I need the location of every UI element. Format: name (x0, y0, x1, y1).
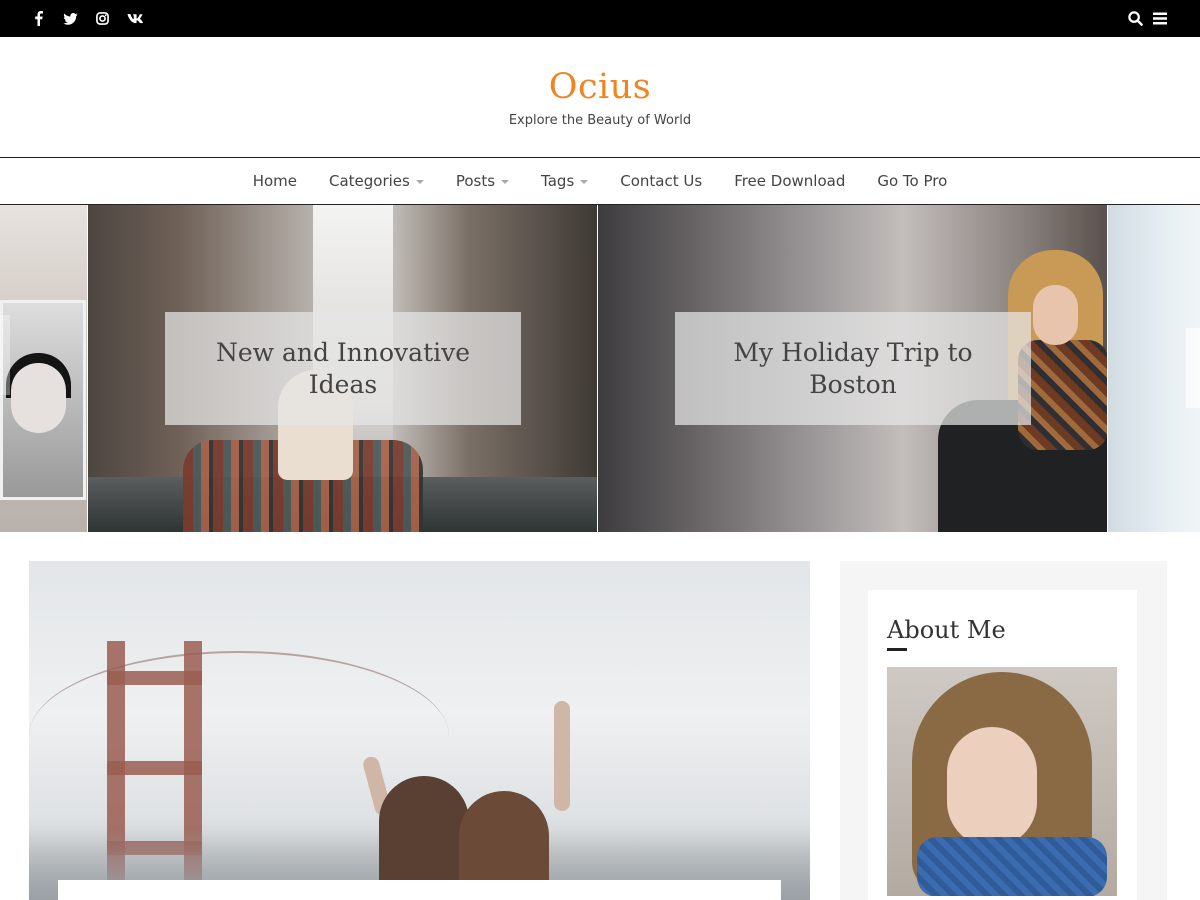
slide[interactable]: New and Innovative Ideas (88, 205, 597, 532)
nav-item-go-to-pro[interactable]: Go To Pro (861, 172, 963, 190)
about-me-photo (887, 667, 1117, 896)
slide-partial-left[interactable] (0, 205, 87, 532)
widget-title: About Me (887, 616, 1006, 644)
nav-item-label: Tags (541, 172, 575, 190)
facebook-icon[interactable] (30, 11, 46, 27)
featured-slider: New and Innovative Ideas My Holiday Trip… (0, 205, 1200, 532)
post-card (58, 880, 781, 900)
slide-caption[interactable]: New and Innovative Ideas (165, 312, 521, 425)
sidebar: About Me (840, 561, 1167, 900)
nav-item-home[interactable]: Home (237, 172, 313, 190)
nav-item-label: Free Download (734, 172, 846, 190)
top-bar (0, 0, 1200, 37)
about-me-widget: About Me (868, 590, 1137, 900)
nav-item-label: Categories (328, 172, 410, 190)
slide-caption[interactable]: My Holiday Trip to Boston (675, 312, 1031, 425)
social-links (30, 0, 143, 37)
main-navigation: Home Categories Posts Tags Contact Us Fr… (0, 157, 1200, 205)
site-tagline: Explore the Beauty of World (508, 113, 692, 128)
search-icon[interactable] (1127, 11, 1143, 27)
caret-down-icon (501, 180, 510, 184)
slider-next-arrow[interactable] (1186, 328, 1200, 408)
nav-item-contact-us[interactable]: Contact Us (604, 172, 718, 190)
vk-icon[interactable] (126, 11, 143, 27)
slide-image (0, 300, 86, 500)
featured-post-image[interactable] (29, 561, 810, 900)
nav-item-label: Posts (455, 172, 496, 190)
site-title[interactable]: Ocius (0, 67, 1200, 107)
instagram-icon[interactable] (94, 11, 110, 27)
nav-item-label: Go To Pro (877, 172, 948, 190)
caret-down-icon (580, 180, 589, 184)
twitter-icon[interactable] (62, 11, 78, 27)
slide[interactable]: My Holiday Trip to Boston (598, 205, 1107, 532)
header-tools (1127, 0, 1168, 37)
nav-item-tags[interactable]: Tags (525, 172, 604, 190)
hamburger-menu-icon[interactable] (1152, 11, 1168, 27)
nav-item-label: Contact Us (620, 172, 703, 190)
post-photo-subjects (349, 701, 589, 900)
nav-item-categories[interactable]: Categories (313, 172, 440, 190)
slider-prev-arrow[interactable] (0, 315, 10, 395)
title-underline (887, 648, 907, 651)
nav-item-free-download[interactable]: Free Download (718, 172, 861, 190)
site-branding: Ocius Explore the Beauty of World (0, 37, 1200, 158)
nav-item-label: Home (252, 172, 297, 190)
nav-item-posts[interactable]: Posts (440, 172, 525, 190)
caret-down-icon (415, 180, 424, 184)
